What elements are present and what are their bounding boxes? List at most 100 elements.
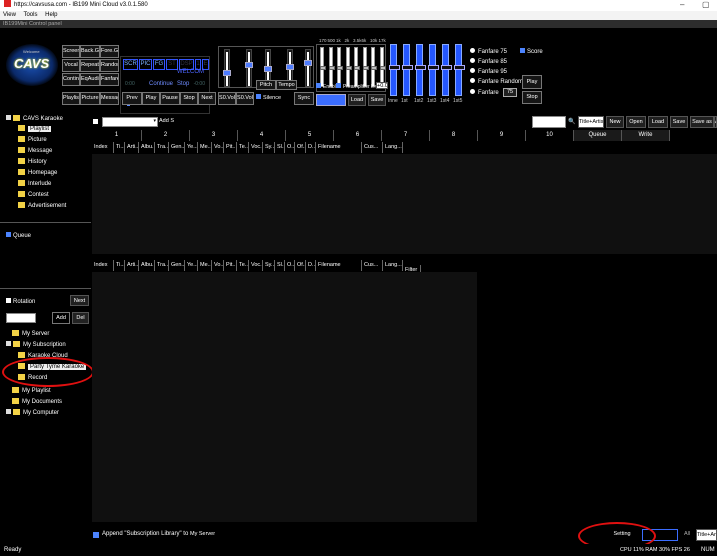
tab-4[interactable]: 4 [238,130,286,141]
play-button[interactable]: Play [142,92,160,105]
open-button[interactable]: Open [626,116,646,128]
s0-vol-button-1[interactable]: S0.Vol [218,92,236,105]
column-header[interactable]: Index [92,260,114,271]
column-header[interactable]: Voc... [249,260,263,271]
silence-checkbox[interactable] [256,94,261,99]
library-select[interactable] [6,313,36,323]
band-slider[interactable] [415,44,426,96]
search-icon[interactable]: 🔍 [568,118,575,125]
column-header[interactable]: Me... [198,260,212,271]
library-add-button[interactable]: Add [52,312,70,324]
sync-button[interactable]: Sync [294,92,314,105]
tab-9[interactable]: 9 [478,130,526,141]
column-header[interactable]: Albu... [139,260,155,271]
tree-my-computer[interactable]: My Computer [6,409,59,416]
tab-7[interactable]: 7 [382,130,430,141]
column-header[interactable]: Te... [237,260,249,271]
queue-item[interactable]: Queue [6,232,31,239]
column-header[interactable]: Arti... [125,142,139,153]
column-header[interactable]: Pit... [224,142,237,153]
stop-button[interactable]: Stop [180,92,198,105]
preamp-value[interactable]: +0.0 [376,82,388,89]
tree-item-message[interactable]: Message [18,147,52,154]
lower-grid[interactable] [92,272,477,522]
library-del-button[interactable]: Del [72,312,89,324]
column-header[interactable]: Sy... [263,142,275,153]
tree-my-server[interactable]: My Server [12,330,49,337]
column-header[interactable]: Voc... [249,142,263,153]
load-button[interactable]: Load [648,116,668,128]
band-slider[interactable] [428,44,439,96]
band-slider[interactable] [441,44,452,96]
column-header[interactable]: Vo... [212,142,224,153]
column-header[interactable]: Gen... [169,142,185,153]
eq-band-slider[interactable] [345,47,352,87]
next-button[interactable]: Next [198,92,216,105]
column-header[interactable]: Gen... [169,260,185,271]
band-slider[interactable] [454,44,465,96]
fanfare-value-input[interactable]: 75 [503,88,517,97]
rotation-item[interactable]: Rotation [6,298,35,305]
seg-pic[interactable]: PIC [139,59,152,70]
column-header[interactable]: Sl... [275,142,285,153]
column-header[interactable]: Tra... [155,142,169,153]
tree-item-homepage[interactable]: Homepage [18,169,57,176]
screen-button[interactable]: Screen [62,45,80,58]
band-slider[interactable] [402,44,413,96]
fanfare-play-button[interactable]: Play [522,75,542,89]
score-toggle[interactable]: Score [520,48,543,55]
vocal-button[interactable]: Vocal [62,59,80,72]
tree-item-history[interactable]: History [18,158,47,165]
message-button[interactable]: Message [100,92,119,105]
column-header[interactable]: Lang... [383,142,403,153]
tree-item-contest[interactable]: Contest [18,191,49,198]
column-header[interactable]: Filename [316,260,362,271]
fanfare-button[interactable]: Fanfare [100,73,119,86]
pitch-button[interactable]: Pitch [256,80,276,90]
column-header[interactable]: Te... [237,142,249,153]
tab-6[interactable]: 6 [334,130,382,141]
pause-button[interactable]: Pause [160,92,180,105]
continue-button[interactable]: Continue [62,73,80,86]
rotation-next-button[interactable]: Next [70,295,89,306]
column-header[interactable]: Ti... [114,142,125,153]
new-button[interactable]: New [606,116,624,128]
save-button[interactable]: Save [670,116,688,128]
column-header[interactable]: Filename [316,142,362,153]
bottom-sort-select[interactable]: Title+Artist [696,529,717,541]
fanfare-75-radio[interactable]: Fanfare 75 [470,48,507,55]
column-header[interactable]: Cus... [362,260,383,271]
menu-tools[interactable]: Tools [23,12,37,18]
restore-button[interactable]: ▢ [702,0,710,10]
eq-save-button[interactable]: Save [368,94,386,106]
column-header[interactable]: O... [285,142,295,153]
silence-toggle[interactable]: Silence [256,94,281,101]
tab-8[interactable]: 8 [430,130,478,141]
picture-button[interactable]: Picture [80,92,100,105]
column-header[interactable]: Pit... [224,260,237,271]
column-header[interactable]: Sl... [275,260,285,271]
collapse-icon[interactable] [6,341,11,346]
eq-band-slider[interactable] [371,47,377,87]
eq-band-slider[interactable] [337,47,343,87]
tree-root[interactable]: CAVS Karaoke [6,115,63,122]
column-header[interactable]: Lang... [383,260,403,271]
eq-band-slider[interactable] [362,47,369,87]
append-target[interactable]: My Server [190,531,215,537]
sort-select[interactable]: Title+Artist [578,116,604,128]
column-header[interactable]: Ye... [185,260,198,271]
s0-vol-button-2[interactable]: S0.Vol [236,92,254,105]
tree-item-advertisement[interactable]: Advertisement [18,202,66,209]
seg-fg[interactable]: FG [153,59,165,70]
column-header[interactable]: Index [92,142,114,153]
eq-band-slider[interactable] [320,47,326,87]
expand-icon[interactable] [6,409,11,414]
add-sel-button[interactable]: Add Sel [159,117,174,127]
eq-enable-checkbox[interactable] [316,83,321,88]
tab-10[interactable]: 10 [526,130,574,141]
column-header[interactable]: O... [285,260,295,271]
playlist-button[interactable]: Playlist [62,92,80,105]
fanfare-random-radio[interactable]: Fanfare Random [470,78,523,85]
score-checkbox[interactable] [520,48,525,53]
fanfare-custom-radio[interactable]: Fanfare [470,89,499,96]
